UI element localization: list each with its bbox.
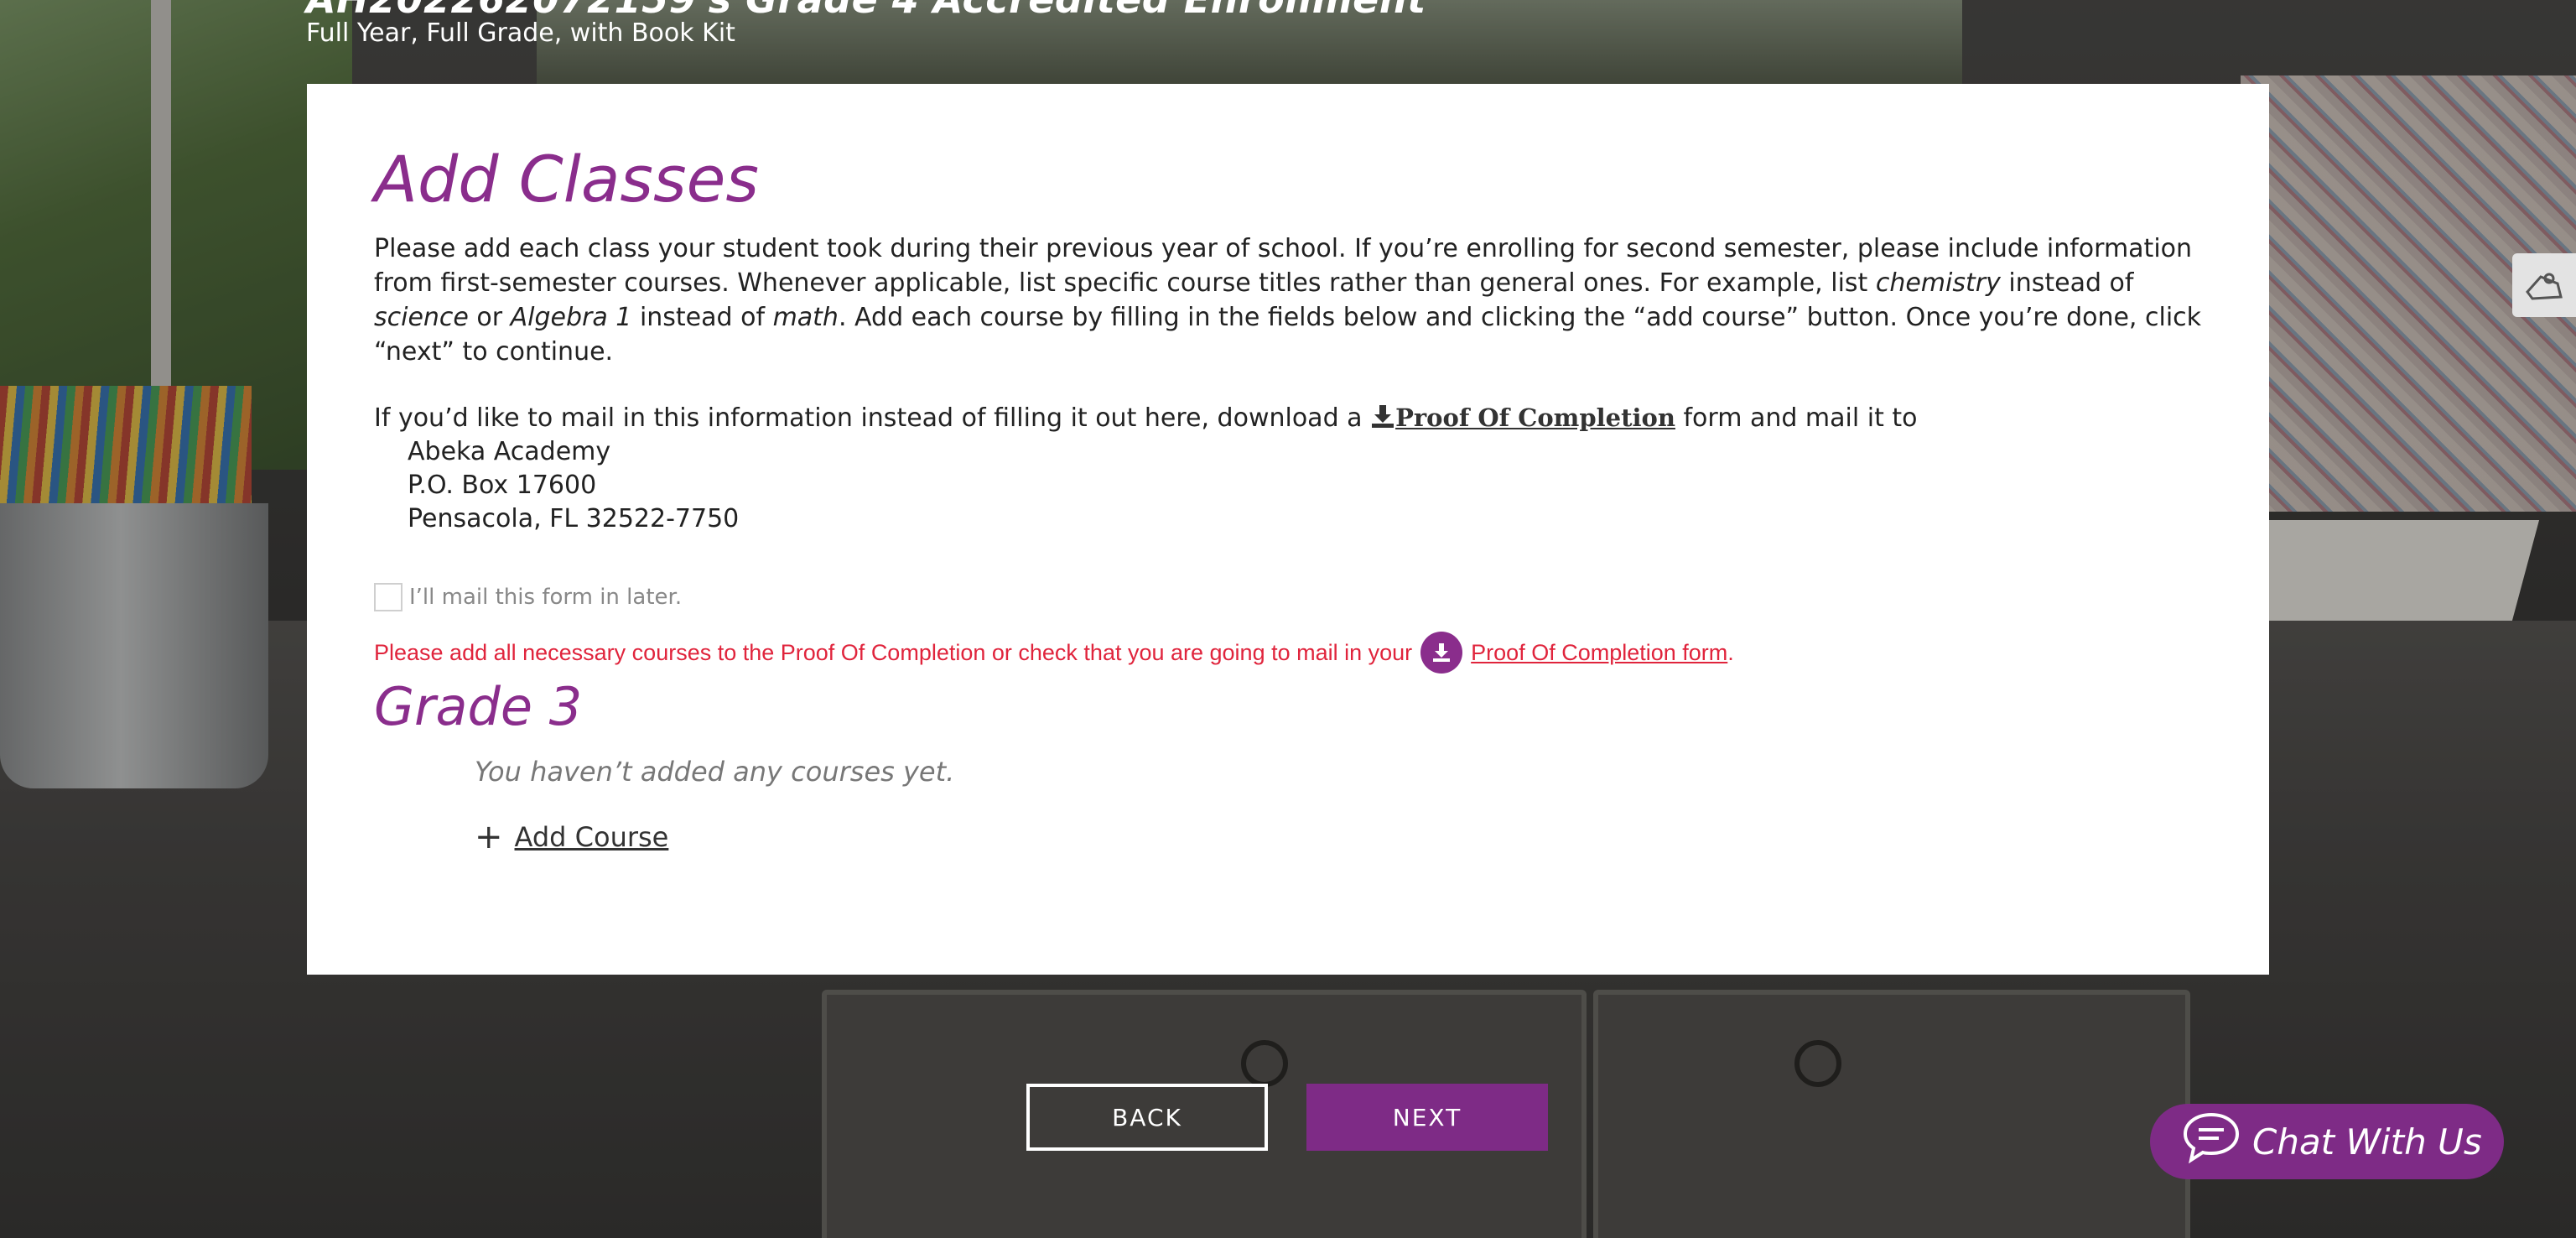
download-icon[interactable]: [1420, 632, 1463, 674]
chat-icon: [2182, 1111, 2241, 1172]
intro-paragraph: Please add each class your student took …: [374, 234, 2202, 367]
back-button[interactable]: BACK: [1026, 1084, 1268, 1151]
empty-courses-message: You haven’t added any courses yet.: [475, 756, 955, 788]
add-classes-card: Add Classes Please add each class your s…: [307, 84, 2269, 975]
mail-later-checkbox[interactable]: [374, 583, 402, 611]
add-course-button[interactable]: + Add Course: [475, 818, 2202, 856]
mail-later-row: I’ll mail this form in later.: [374, 583, 2202, 611]
mail-instructions: If you’d like to mail in this informatio…: [374, 403, 1918, 433]
mailing-address: Abeka Academy P.O. Box 17600 Pensacola, …: [408, 437, 740, 533]
add-course-label: Add Course: [514, 821, 669, 853]
proof-of-completion-form-link[interactable]: Proof Of Completion form: [1471, 640, 1727, 666]
chat-with-us-button[interactable]: Chat With Us: [2150, 1104, 2504, 1179]
plus-icon: +: [475, 818, 503, 856]
grade-heading: Grade 3: [374, 676, 583, 737]
proof-of-completion-link[interactable]: Proof Of Completion: [1395, 403, 1675, 432]
mail-later-label: I’ll mail this form in later.: [409, 585, 683, 610]
download-icon[interactable]: [1370, 403, 1395, 429]
page-title: Add Classes: [374, 142, 759, 216]
enrollment-subtitle: Full Year, Full Grade, with Book Kit: [306, 18, 735, 48]
warning-message: Please add all necessary courses to the …: [374, 632, 2202, 674]
chat-label: Chat With Us: [2252, 1121, 2482, 1163]
next-button[interactable]: NEXT: [1306, 1084, 1548, 1151]
accessibility-icon[interactable]: [2512, 253, 2576, 317]
